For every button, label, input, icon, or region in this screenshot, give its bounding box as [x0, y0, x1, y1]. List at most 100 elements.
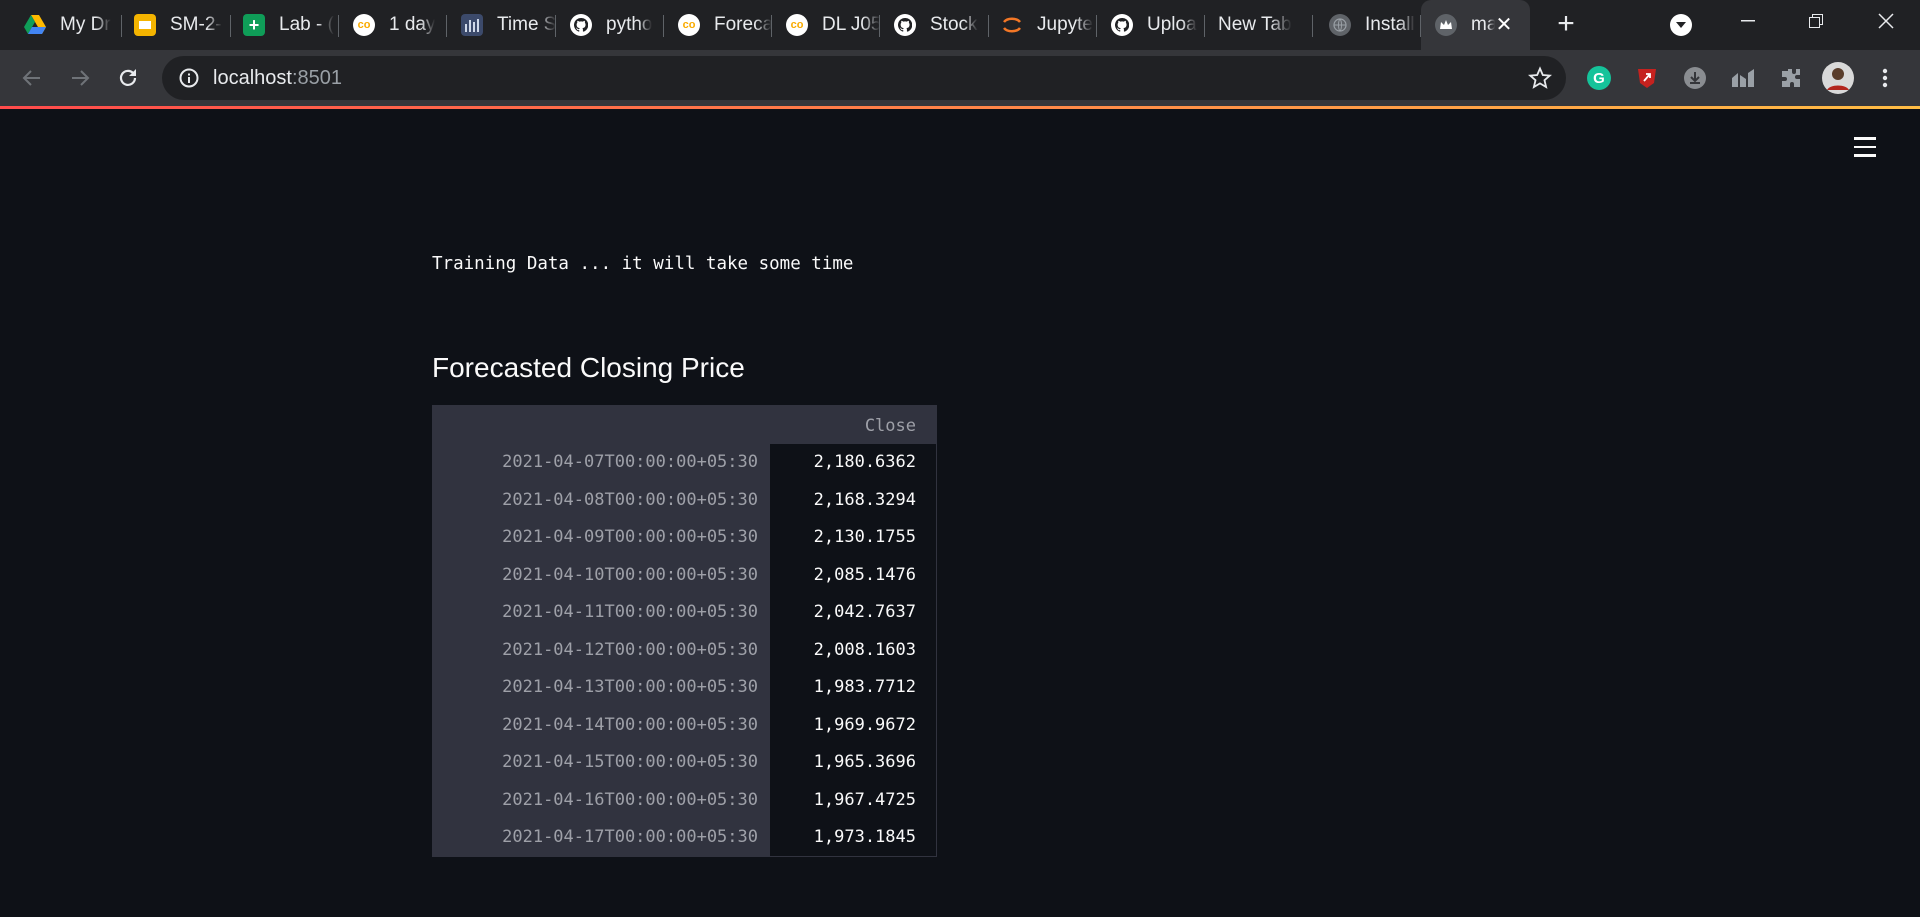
row-close-value: 1,973.1845 [813, 827, 916, 847]
row-close-value: 2,008.1603 [813, 639, 916, 660]
browser-tab[interactable]: Jupyte [989, 0, 1097, 50]
tab-title: Lab - ( [279, 14, 334, 35]
tab-title: Jupyte [1037, 14, 1093, 35]
github-icon [894, 14, 916, 36]
url-text: localhost:8501 [213, 67, 342, 90]
browser-tab[interactable]: Install [1313, 0, 1421, 50]
extensions-puzzle-icon[interactable] [1777, 64, 1805, 92]
row-index-date: 2021-04-07T00:00:00+05:30 [502, 452, 758, 472]
back-icon[interactable] [16, 62, 48, 94]
profile-avatar[interactable] [1822, 62, 1854, 94]
browser-toolbar: localhost:8501 G [0, 50, 1920, 106]
browser-tab[interactable]: New Tab [1205, 0, 1313, 50]
row-close-value: 1,983.7712 [813, 677, 916, 697]
forecast-heading: Forecasted Closing Price [432, 352, 745, 383]
dataframe-header: Close [433, 406, 936, 444]
tab-title: Time S [497, 14, 556, 35]
browser-tab[interactable]: SM-2- [122, 0, 231, 50]
tab-strip: My Dr SM-2- + Lab - ( co 1 day Time S py… [0, 0, 1920, 50]
row-index-date: 2021-04-14T00:00:00+05:30 [502, 714, 758, 735]
browser-tab[interactable]: co DL J05 [772, 0, 880, 50]
github-icon [1111, 14, 1133, 36]
google-drive-icon [24, 14, 46, 36]
tab-title: New Tab [1218, 14, 1292, 35]
tab-title: Foreca [714, 14, 772, 35]
bookmark-star-icon[interactable] [1528, 66, 1552, 90]
minimize-icon[interactable] [1720, 0, 1776, 42]
row-close-value: 1,965.3696 [813, 752, 916, 772]
new-tab-icon[interactable]: + [1550, 9, 1582, 41]
colab-icon: co [678, 14, 700, 36]
table-row[interactable]: 2021-04-12T00:00:00+05:30 2,008.1603 [433, 632, 936, 670]
table-row[interactable]: 2021-04-14T00:00:00+05:30 1,969.9672 [433, 707, 936, 745]
browser-tab[interactable]: co Foreca [664, 0, 772, 50]
table-row[interactable]: 2021-04-10T00:00:00+05:30 2,085.1476 [433, 557, 936, 595]
column-header-close[interactable]: Close [865, 416, 916, 436]
tab-title: Stock [930, 14, 978, 35]
row-index-date: 2021-04-16T00:00:00+05:30 [502, 789, 758, 810]
row-close-value: 1,967.4725 [813, 789, 916, 810]
colab-icon: co [353, 14, 375, 36]
table-row[interactable]: 2021-04-07T00:00:00+05:30 2,180.6362 [433, 444, 936, 482]
address-bar[interactable]: localhost:8501 [162, 56, 1566, 100]
site-info-icon[interactable] [178, 67, 200, 89]
colab-icon: co [786, 14, 808, 36]
browser-tab[interactable]: Stock [880, 0, 989, 50]
google-sheets-icon: + [243, 14, 265, 36]
rocket-extension-icon[interactable] [1633, 64, 1661, 92]
restore-icon[interactable] [1788, 0, 1844, 42]
close-window-icon[interactable] [1858, 0, 1914, 42]
forward-icon[interactable] [64, 62, 96, 94]
table-row[interactable]: 2021-04-11T00:00:00+05:30 2,042.7637 [433, 594, 936, 632]
google-slides-icon [134, 14, 156, 36]
svg-text:G: G [1593, 70, 1605, 87]
table-row[interactable]: 2021-04-17T00:00:00+05:30 1,973.1845 [433, 819, 936, 857]
row-index-date: 2021-04-10T00:00:00+05:30 [502, 564, 758, 585]
table-row[interactable]: 2021-04-15T00:00:00+05:30 1,965.3696 [433, 744, 936, 782]
browser-tab[interactable]: co 1 day [339, 0, 447, 50]
grammarly-icon[interactable]: G [1585, 64, 1613, 92]
browser-tab[interactable]: + Lab - ( [231, 0, 339, 50]
row-close-value: 1,969.9672 [813, 714, 916, 735]
browser-tab[interactable]: Uploa [1097, 0, 1205, 50]
tab-title: DL J05 [822, 14, 880, 35]
browser-menu-icon[interactable] [1871, 64, 1899, 92]
row-index-date: 2021-04-12T00:00:00+05:30 [502, 639, 758, 660]
table-row[interactable]: 2021-04-08T00:00:00+05:30 2,168.3294 [433, 482, 936, 520]
jupyter-icon [1001, 14, 1023, 36]
table-row[interactable]: 2021-04-13T00:00:00+05:30 1,983.7712 [433, 669, 936, 707]
chart-bars-icon [461, 14, 483, 36]
table-row[interactable]: 2021-04-09T00:00:00+05:30 2,130.1755 [433, 519, 936, 557]
row-close-value: 2,130.1755 [813, 527, 916, 547]
browser-tab[interactable]: pytho [556, 0, 664, 50]
browser-tab-active[interactable]: ma ✕ [1421, 0, 1530, 50]
url-host: localhost [213, 67, 292, 89]
row-index-date: 2021-04-15T00:00:00+05:30 [502, 752, 758, 772]
url-port: :8501 [291, 67, 342, 89]
browser-tab[interactable]: Time S [447, 0, 556, 50]
chart-extension-icon[interactable] [1729, 64, 1757, 92]
forecast-dataframe[interactable]: Close 2021-04-07T00:00:00+05:30 2,180.636… [432, 405, 937, 857]
download-extension-icon[interactable] [1681, 64, 1709, 92]
hamburger-menu-icon[interactable] [1854, 137, 1878, 161]
tab-title: SM-2- [170, 14, 222, 35]
streamlit-top-decoration [0, 106, 1920, 109]
row-index-date: 2021-04-13T00:00:00+05:30 [502, 677, 758, 697]
tab-title: Install [1365, 14, 1415, 35]
row-index-date: 2021-04-17T00:00:00+05:30 [502, 827, 758, 847]
tab-title: Uploa [1147, 14, 1197, 35]
streamlit-crown-icon [1435, 14, 1457, 36]
reload-icon[interactable] [112, 62, 144, 94]
training-status-text: Training Data ... it will take some time [432, 254, 854, 274]
github-icon [570, 14, 592, 36]
table-row[interactable]: 2021-04-16T00:00:00+05:30 1,967.4725 [433, 782, 936, 820]
row-index-date: 2021-04-08T00:00:00+05:30 [502, 489, 758, 510]
browser-tab[interactable]: My Dr [0, 0, 122, 50]
row-index-date: 2021-04-09T00:00:00+05:30 [502, 527, 758, 547]
globe-icon [1329, 14, 1351, 36]
tab-title: My Dr [60, 14, 111, 35]
close-tab-icon[interactable]: ✕ [1492, 13, 1516, 37]
row-close-value: 2,180.6362 [813, 452, 916, 472]
tab-search-icon[interactable] [1670, 14, 1692, 36]
row-close-value: 2,042.7637 [813, 602, 916, 622]
